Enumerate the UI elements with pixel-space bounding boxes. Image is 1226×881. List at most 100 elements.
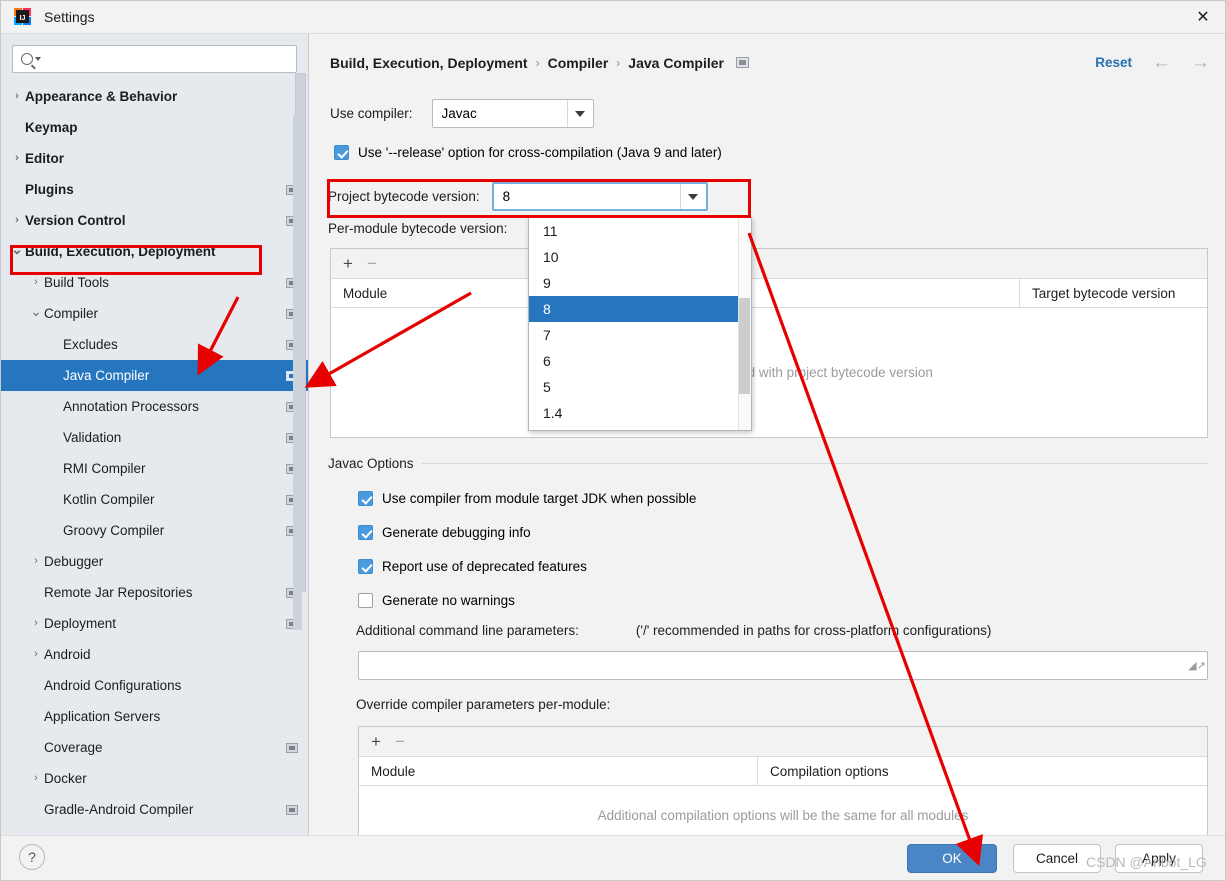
bytecode-version-dropdown[interactable]: 11 10 9 8 7 6 5 1.4 — [528, 217, 752, 431]
chevron-right-icon[interactable]: › — [28, 556, 44, 567]
chevron-right-icon[interactable]: › — [9, 91, 25, 102]
sidebar-item-groovy-compiler[interactable]: Groovy Compiler — [1, 515, 308, 546]
sidebar-item-android-configurations[interactable]: Android Configurations — [1, 670, 308, 701]
sidebar-scrollbar-thumb[interactable] — [293, 115, 302, 630]
remove-override-button[interactable]: − — [395, 733, 405, 750]
javac-option-row-3[interactable]: Generate no warnings — [358, 593, 515, 608]
column-header-target-bytecode-version[interactable]: Target bytecode version — [1019, 279, 1207, 307]
sidebar-item-coverage[interactable]: Coverage — [1, 732, 308, 763]
use-module-target-jdk-checkbox[interactable] — [358, 491, 373, 506]
sidebar-item-java-compiler[interactable]: Java Compiler — [1, 360, 308, 391]
sidebar-item-annotation-processors[interactable]: Annotation Processors — [1, 391, 308, 422]
sidebar-item-rmi-compiler[interactable]: RMI Compiler — [1, 453, 308, 484]
search-input[interactable] — [47, 50, 296, 68]
sidebar-item-label: Version Control — [25, 213, 126, 228]
dropdown-option-10[interactable]: 10 — [529, 244, 751, 270]
ok-button[interactable]: OK — [907, 844, 997, 873]
settings-content-pane: Build, Execution, Deployment › Compiler … — [310, 34, 1225, 837]
chevron-down-icon[interactable]: ⌄ — [28, 304, 44, 318]
dropdown-scrollbar-thumb[interactable] — [739, 298, 750, 394]
generate-no-warnings-checkbox[interactable] — [358, 593, 373, 608]
dropdown-option-7[interactable]: 7 — [529, 322, 751, 348]
per-module-bytecode-label: Per-module bytecode version: — [328, 221, 508, 236]
additional-params-input[interactable] — [359, 657, 1187, 674]
chevron-down-icon — [566, 100, 593, 127]
javac-options-label: Javac Options — [328, 456, 414, 471]
cancel-button[interactable]: Cancel — [1013, 844, 1101, 873]
sidebar-item-plugins[interactable]: Plugins — [1, 174, 308, 205]
sidebar-item-compiler[interactable]: ⌄ Compiler — [1, 298, 308, 329]
sidebar-item-editor[interactable]: › Editor — [1, 143, 308, 174]
module-scope-icon[interactable] — [286, 742, 298, 753]
dropdown-option-1.4[interactable]: 1.4 — [529, 400, 751, 426]
report-deprecated-features-checkbox[interactable] — [358, 559, 373, 574]
chevron-right-icon[interactable]: › — [9, 215, 25, 226]
sidebar-item-build-tools[interactable]: › Build Tools — [1, 267, 308, 298]
breadcrumb-item-1[interactable]: Compiler — [548, 55, 609, 71]
per-module-table-header: Module Target bytecode version — [331, 279, 1207, 308]
sidebar-item-label: Appearance & Behavior — [25, 89, 178, 104]
sidebar-item-label: Groovy Compiler — [63, 523, 165, 538]
dropdown-scrollbar-track[interactable] — [738, 218, 751, 430]
window-title: Settings — [44, 9, 95, 25]
arrow-right-icon[interactable]: → — [1191, 53, 1210, 72]
reset-button[interactable]: Reset — [1095, 55, 1132, 70]
sidebar-item-label: Editor — [25, 151, 64, 166]
dropdown-option-list: 11 10 9 8 7 6 5 1.4 — [529, 218, 751, 426]
sidebar-item-docker[interactable]: › Docker — [1, 763, 308, 794]
release-option-checkbox[interactable] — [334, 145, 349, 160]
search-box[interactable] — [12, 45, 297, 73]
sidebar-item-debugger[interactable]: › Debugger — [1, 546, 308, 577]
javac-option-row-0[interactable]: Use compiler from module target JDK when… — [358, 491, 696, 506]
sidebar-item-appearance-behavior[interactable]: › Appearance & Behavior — [1, 81, 308, 112]
release-option-row[interactable]: Use '--release' option for cross-compila… — [334, 145, 722, 160]
chevron-right-icon[interactable]: › — [9, 153, 25, 164]
add-override-button[interactable]: + — [371, 733, 381, 750]
chevron-right-icon[interactable]: › — [28, 649, 44, 660]
apply-button[interactable]: Apply — [1115, 844, 1203, 873]
close-icon[interactable]: ✕ — [1179, 1, 1225, 33]
sidebar-item-version-control[interactable]: › Version Control — [1, 205, 308, 236]
add-module-button[interactable]: + — [343, 255, 353, 272]
column-header-compilation-options[interactable]: Compilation options — [757, 757, 1207, 785]
module-scope-icon[interactable] — [286, 804, 298, 815]
project-bytecode-select[interactable]: 8 — [491, 182, 708, 211]
per-module-bytecode-label-row: Per-module bytecode version: — [328, 221, 507, 236]
dropdown-option-5[interactable]: 5 — [529, 374, 751, 400]
chevron-down-icon — [679, 184, 706, 209]
help-button[interactable]: ? — [19, 844, 45, 870]
sidebar-item-remote-jar-repositories[interactable]: Remote Jar Repositories — [1, 577, 308, 608]
javac-option-row-2[interactable]: Report use of deprecated features — [358, 559, 587, 574]
dropdown-option-9[interactable]: 9 — [529, 270, 751, 296]
dropdown-option-6[interactable]: 6 — [529, 348, 751, 374]
dropdown-option-8[interactable]: 8 — [529, 296, 751, 322]
chevron-right-icon[interactable]: › — [28, 618, 44, 629]
arrow-left-icon[interactable]: ← — [1152, 53, 1171, 72]
sidebar-item-kotlin-compiler[interactable]: Kotlin Compiler — [1, 484, 308, 515]
report-deprecated-features-label: Report use of deprecated features — [382, 559, 587, 574]
sidebar-item-gradle-android-compiler[interactable]: Gradle-Android Compiler — [1, 794, 308, 825]
generate-debugging-info-checkbox[interactable] — [358, 525, 373, 540]
remove-module-button[interactable]: − — [367, 255, 377, 272]
javac-option-row-1[interactable]: Generate debugging info — [358, 525, 531, 540]
sidebar-item-excludes[interactable]: Excludes — [1, 329, 308, 360]
sidebar-item-android[interactable]: › Android — [1, 639, 308, 670]
dropdown-option-11[interactable]: 11 — [529, 218, 751, 244]
use-compiler-value: Javac — [441, 106, 477, 121]
column-header-module[interactable]: Module — [359, 757, 757, 785]
sidebar-item-build-execution-deployment[interactable]: ⌄ Build, Execution, Deployment — [1, 236, 308, 267]
use-compiler-select[interactable]: Javac — [431, 99, 594, 128]
expand-editor-icon[interactable]: ◢↗ — [1187, 659, 1207, 672]
sidebar-item-application-servers[interactable]: Application Servers — [1, 701, 308, 732]
sidebar-item-deployment[interactable]: › Deployment — [1, 608, 308, 639]
module-scope-icon[interactable] — [736, 57, 749, 68]
additional-params-field[interactable]: ◢↗ — [358, 651, 1208, 680]
sidebar-item-validation[interactable]: Validation — [1, 422, 308, 453]
breadcrumb-item-0[interactable]: Build, Execution, Deployment — [330, 55, 528, 71]
sidebar-scrollbar-track[interactable] — [293, 73, 306, 630]
chevron-down-icon[interactable]: ⌄ — [9, 242, 25, 256]
chevron-right-icon[interactable]: › — [28, 773, 44, 784]
sidebar-item-label: RMI Compiler — [63, 461, 146, 476]
chevron-right-icon[interactable]: › — [28, 277, 44, 288]
sidebar-item-keymap[interactable]: Keymap — [1, 112, 308, 143]
